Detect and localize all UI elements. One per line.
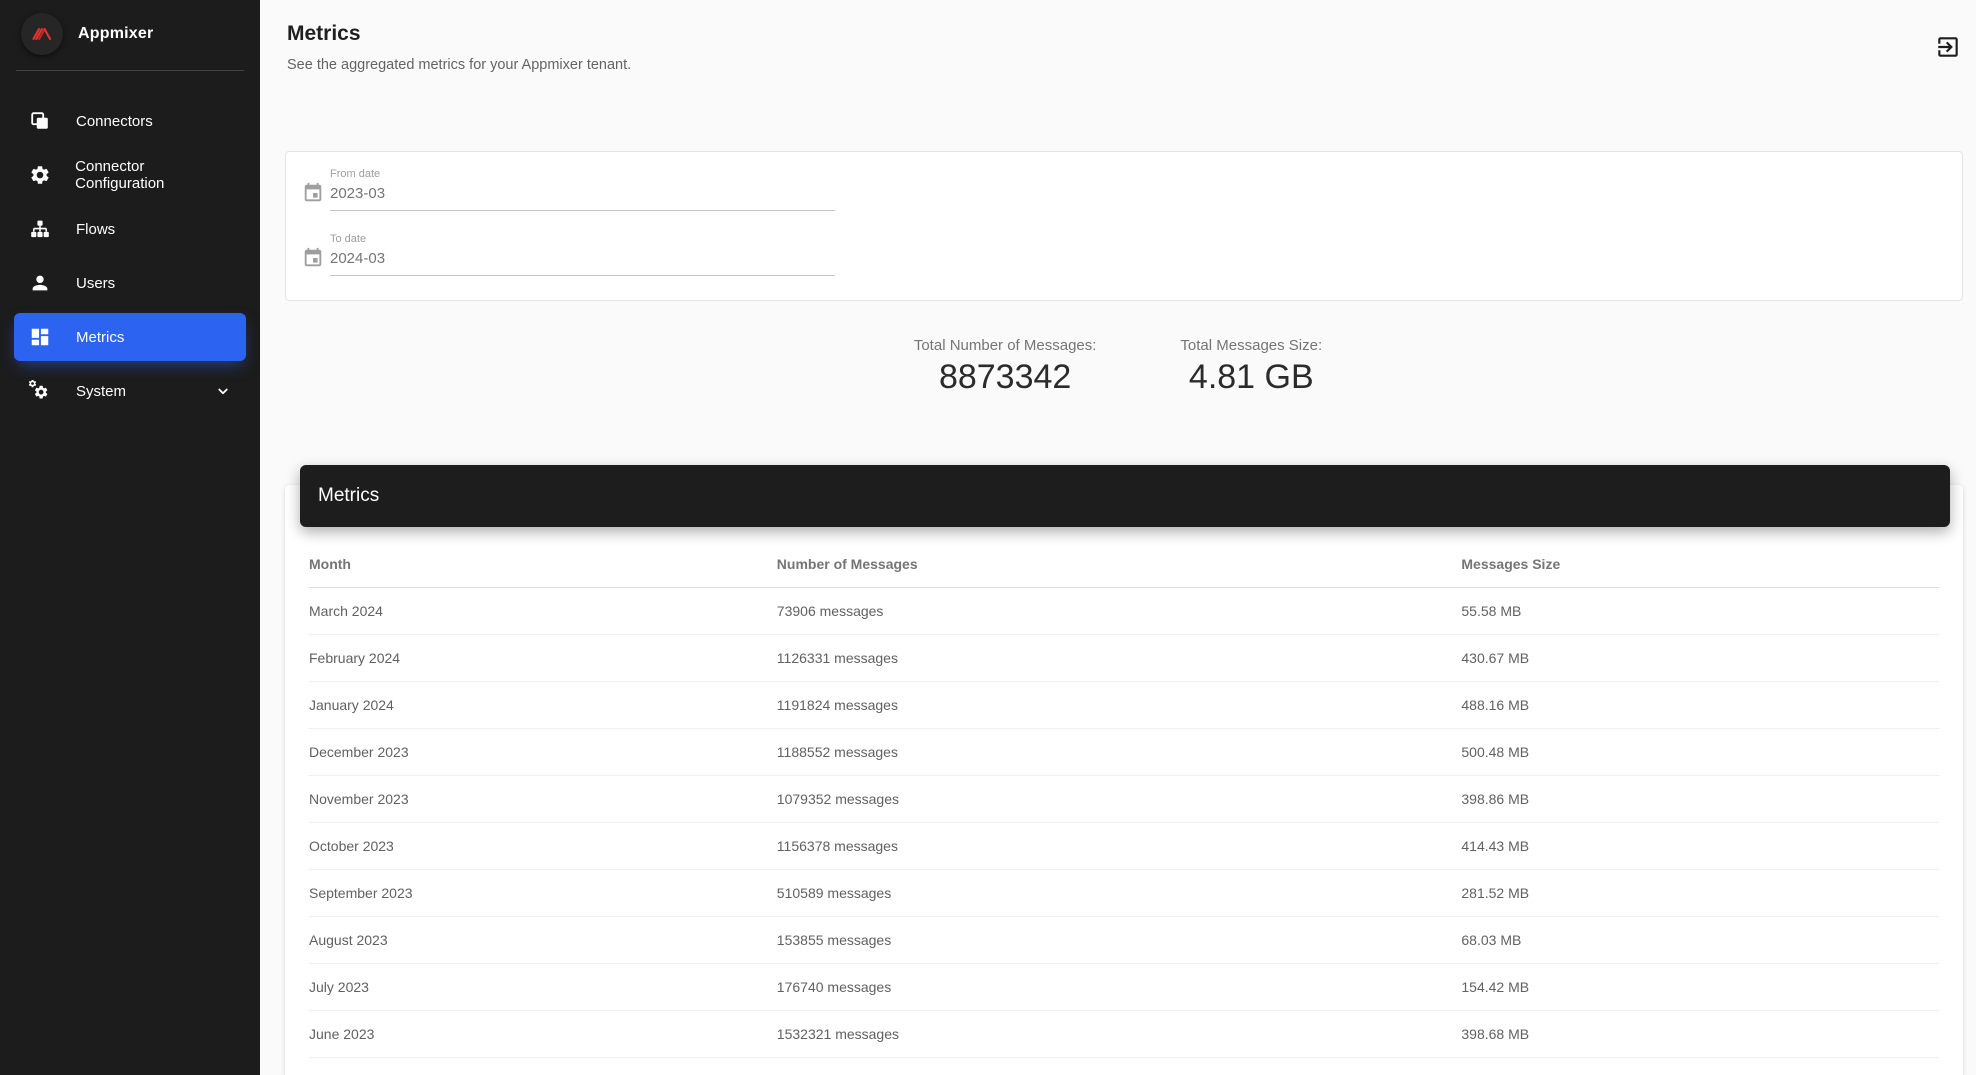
gear-icon (28, 163, 51, 187)
cell-messages-size: 414.43 MB (1461, 822, 1939, 870)
total-size-label: Total Messages Size: (1180, 337, 1323, 354)
appmixer-logo-icon (21, 13, 63, 55)
total-size-block: Total Messages Size: 4.81 GB (1180, 337, 1322, 397)
table-row: November 2023 1079352 messages 398.86 MB (309, 775, 1939, 823)
total-messages-block: Total Number of Messages: 8873342 (914, 337, 1097, 397)
sidebar-item-users[interactable]: Users (14, 259, 246, 307)
date-filter-card: From date To date (285, 151, 1963, 301)
cell-month: January 2024 (309, 681, 777, 729)
column-header-month: Month (309, 542, 777, 588)
cell-messages-size: 488.16 MB (1461, 681, 1939, 729)
from-date-input[interactable] (330, 185, 835, 211)
from-date-label: From date (330, 168, 381, 180)
cell-number-of-messages: 510589 messages (776, 869, 1462, 917)
table-toolbar: Metrics (300, 465, 1950, 527)
user-icon (28, 271, 52, 295)
column-header-number-of-messages: Number of Messages (776, 542, 1462, 588)
cell-messages-size: 398.86 MB (1461, 775, 1939, 823)
table-row: July 2023 176740 messages 154.42 MB (309, 963, 1939, 1011)
connectors-icon (28, 109, 52, 133)
cell-month: September 2023 (309, 869, 777, 917)
page-header: Metrics See the aggregated metrics for y… (260, 0, 1976, 73)
sidebar: Appmixer Connectors Connector Configurat… (0, 0, 260, 1075)
chevron-down-icon[interactable] (214, 382, 232, 400)
table-row: December 2023 1188552 messages 500.48 MB (309, 728, 1939, 776)
sidebar-item-label: Users (76, 274, 116, 292)
to-date-input[interactable] (330, 250, 835, 276)
table-row: August 2023 153855 messages 68.03 MB (309, 916, 1939, 964)
to-date-field: To date (330, 233, 835, 276)
cell-month: June 2023 (309, 1010, 777, 1058)
table-row: October 2023 1156378 messages 414.43 MB (309, 822, 1939, 870)
sidebar-item-label: Metrics (76, 328, 125, 346)
sidebar-item-label: Connectors (76, 112, 153, 130)
total-messages-label: Total Number of Messages: (913, 337, 1097, 354)
table-row: March 2024 73906 messages 55.58 MB (309, 587, 1939, 635)
table-body: March 2024 73906 messages 55.58 MB February… (309, 587, 1939, 1058)
app-logo-row: Appmixer (0, 0, 260, 68)
total-messages-value: 8873342 (938, 358, 1072, 396)
table-row: September 2023 510589 messages 281.52 MB (309, 869, 1939, 917)
logout-icon[interactable] (1934, 33, 1962, 61)
cell-month: October 2023 (309, 822, 777, 870)
cell-messages-size: 398.68 MB (1461, 1010, 1939, 1058)
totals-row: Total Number of Messages: 8873342 Total … (260, 337, 1976, 397)
cell-messages-size: 430.67 MB (1461, 634, 1939, 682)
sidebar-item-system[interactable]: System (14, 367, 246, 415)
cell-number-of-messages: 176740 messages (776, 963, 1462, 1011)
flows-icon (28, 217, 52, 241)
cell-number-of-messages: 1156378 messages (776, 822, 1462, 870)
sidebar-item-label: Flows (76, 220, 116, 238)
cell-number-of-messages: 1079352 messages (776, 775, 1462, 823)
cell-messages-size: 68.03 MB (1461, 916, 1939, 964)
table-row: June 2023 1532321 messages 398.68 MB (309, 1010, 1939, 1058)
column-header-messages-size: Messages Size (1461, 542, 1939, 588)
sidebar-nav: Connectors Connector Configuration Flows… (0, 71, 260, 421)
cell-number-of-messages: 1532321 messages (776, 1010, 1462, 1058)
cell-month: December 2023 (309, 728, 777, 776)
page-title: Metrics (287, 22, 361, 45)
total-size-value: 4.81 GB (1188, 358, 1314, 396)
table-row: February 2024 1126331 messages 430.67 MB (309, 634, 1939, 682)
to-date-label: To date (330, 233, 367, 245)
cell-month: February 2024 (309, 634, 777, 682)
cell-messages-size: 154.42 MB (1461, 963, 1939, 1011)
cell-month: November 2023 (309, 775, 777, 823)
services-icon (28, 379, 52, 403)
table-toolbar-title: Metrics (318, 485, 380, 506)
metrics-table: Month Number of Messages Messages Size M… (309, 542, 1939, 1058)
app-name: Appmixer (78, 25, 154, 42)
sidebar-item-label: System (76, 382, 127, 400)
cell-month: March 2024 (309, 587, 777, 635)
sidebar-item-metrics[interactable]: Metrics (14, 313, 246, 361)
sidebar-item-connectors[interactable]: Connectors (14, 97, 246, 145)
cell-number-of-messages: 1126331 messages (776, 634, 1462, 682)
cell-messages-size: 500.48 MB (1461, 728, 1939, 776)
cell-month: August 2023 (309, 916, 777, 964)
sidebar-item-flows[interactable]: Flows (14, 205, 246, 253)
cell-month: July 2023 (309, 963, 777, 1011)
table-header-row: Month Number of Messages Messages Size (309, 542, 1939, 588)
to-date-row: To date (302, 233, 1962, 276)
calendar-icon[interactable] (302, 247, 324, 269)
from-date-field: From date (330, 168, 835, 211)
cell-number-of-messages: 73906 messages (776, 587, 1462, 635)
metrics-table-card: Metrics Month Number of Messages Message… (285, 465, 1963, 1075)
cell-messages-size: 281.52 MB (1461, 869, 1939, 917)
sidebar-item-label: Connector Configuration (75, 158, 165, 192)
cell-number-of-messages: 1191824 messages (776, 681, 1462, 729)
table-row: January 2024 1191824 messages 488.16 MB (309, 681, 1939, 729)
cell-number-of-messages: 153855 messages (776, 916, 1462, 964)
from-date-row: From date (302, 168, 1962, 211)
page-subtitle: See the aggregated metrics for your Appm… (287, 57, 632, 73)
main-content: Metrics See the aggregated metrics for y… (260, 0, 1976, 1075)
cell-number-of-messages: 1188552 messages (776, 728, 1462, 776)
calendar-icon[interactable] (302, 182, 324, 204)
sidebar-item-connector-configuration[interactable]: Connector Configuration (14, 151, 246, 199)
dashboard-icon (28, 325, 52, 349)
cell-messages-size: 55.58 MB (1461, 587, 1939, 635)
